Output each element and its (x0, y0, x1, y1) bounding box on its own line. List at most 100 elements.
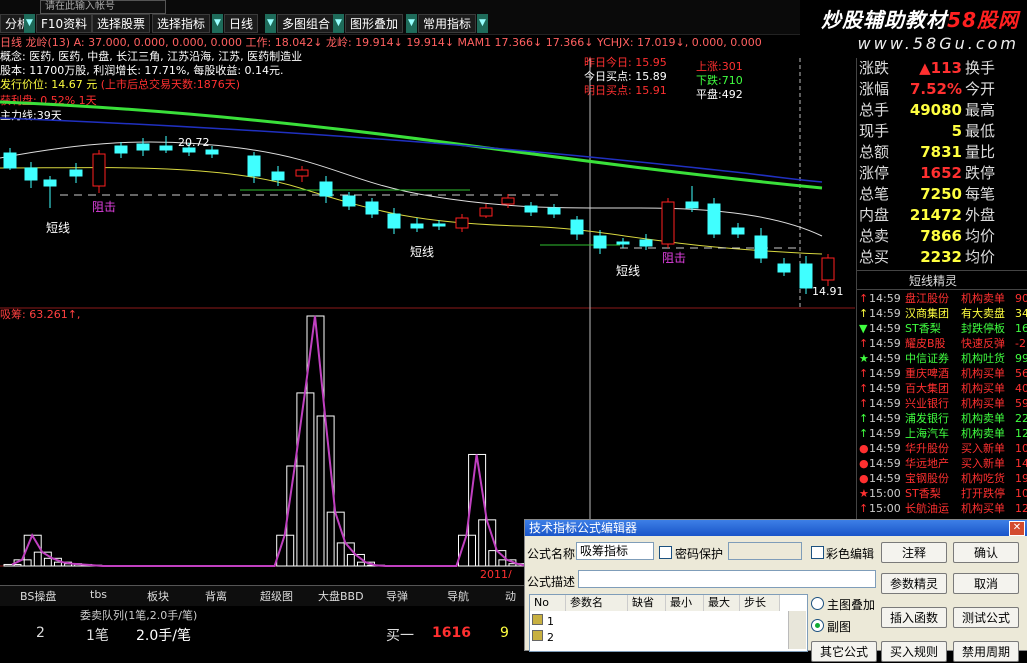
bottom-tab[interactable]: 导航 (447, 588, 469, 604)
period-button[interactable]: 日线 (224, 14, 259, 33)
chevron-down-icon[interactable]: ▼ (477, 14, 488, 33)
overlay-button[interactable]: 图形叠加 (345, 14, 404, 33)
bottom-tab[interactable]: 导弹 (386, 588, 408, 604)
formula-desc-label: 公式描述 (527, 575, 576, 589)
watermark: 炒股辅助教材58股网 www.58Gu.com (800, 0, 1027, 58)
ticker-event: 机构买单 (961, 382, 1005, 395)
common-indicator-button[interactable]: 常用指标 (418, 14, 477, 33)
ticker-row[interactable]: ↑ 14:59 上海汽车 机构卖单 12 (857, 426, 1027, 441)
candle-body (685, 201, 699, 209)
password-input[interactable] (728, 542, 802, 560)
dialog-titlebar[interactable]: 技术指标公式编辑器 (525, 520, 1027, 536)
ticker-row[interactable]: ● 14:59 华远地产 买入新单 14 (857, 456, 1027, 471)
ticker-row[interactable]: ↑ 14:59 重庆啤酒 机构买单 56 (857, 366, 1027, 381)
table-scrollbar[interactable] (788, 611, 806, 649)
quote-label: 最高 (965, 101, 996, 119)
ticker-row[interactable]: ↑ 15:00 长航油运 机构买单 12 (857, 501, 1027, 516)
ticker-stock: 中信证券 (905, 352, 949, 365)
ticker-time: 14:59 (869, 382, 901, 395)
bottom-tab[interactable]: BS操盘 (20, 588, 56, 604)
close-icon[interactable]: ✕ (1009, 521, 1025, 536)
table-row[interactable]: 1 (532, 614, 554, 628)
ticker-row[interactable]: ↑ 14:59 浦发银行 机构卖单 22 (857, 411, 1027, 426)
formula-name-input[interactable]: 吸筹指标 (576, 542, 654, 560)
f10-button[interactable]: F10资料 (36, 14, 93, 33)
snipe-label: 阻击 (92, 200, 116, 214)
bottom-tab[interactable]: tbs (90, 588, 107, 601)
color-edit-checkbox[interactable] (811, 546, 824, 559)
quote-label: 涨跌 (859, 59, 890, 77)
quote-label: 每笔 (965, 185, 996, 203)
quote-row: 涨跌 ▲113 换手 (857, 58, 1027, 79)
param-wizard-button[interactable]: 参数精灵 (881, 573, 947, 594)
bottom-tab[interactable]: 大盘BBD (318, 588, 364, 604)
quote-value: 49080 (909, 101, 962, 119)
ticker-row[interactable]: ↑ 14:59 盘江股份 机构卖单 90 (857, 291, 1027, 306)
chevron-down-icon[interactable]: ▼ (265, 14, 276, 33)
ticker-row[interactable]: ↑ 14:59 耀皮B股 快速反弹 -2 (857, 336, 1027, 351)
main-overlay-radio[interactable] (811, 597, 824, 610)
ma-white-line (0, 141, 823, 237)
other-formula-button[interactable]: 其它公式 (811, 641, 877, 662)
sub-chart-radio[interactable] (811, 619, 824, 632)
param-table[interactable]: No 参数名 缺省 最小 最大 步长 1 2 (529, 594, 808, 652)
candle-body (43, 179, 57, 187)
chevron-down-icon[interactable]: ▼ (24, 14, 35, 33)
formula-editor-dialog: 技术指标公式编辑器 ✕ 公式名称 吸筹指标 密码保护 彩色编辑 公式描述 No … (524, 519, 1027, 662)
select-indicator-button[interactable]: 选择指标 (152, 14, 211, 33)
kline-chart[interactable]: 20.72 14.91 短线 短线 短线 阻击 阻击 吸筹: 63.261↑, … (0, 58, 855, 578)
multi-chart-button[interactable]: 多图组合 (277, 14, 336, 33)
quote-label: 最低 (965, 122, 996, 140)
ticker-value: 34 (1015, 307, 1027, 320)
ticker-row[interactable]: ↑ 14:59 兴业银行 机构买单 59 (857, 396, 1027, 411)
chevron-down-icon[interactable]: ▼ (333, 14, 344, 33)
buy-rule-button[interactable]: 买入规则 (881, 641, 947, 662)
test-formula-button[interactable]: 测试公式 (953, 607, 1019, 628)
ticker-row[interactable]: ★ 15:00 ST香梨 打开跌停 10 (857, 486, 1027, 501)
chevron-down-icon[interactable]: ▼ (212, 14, 223, 33)
bottom-tab[interactable]: 超级图 (260, 588, 293, 604)
quote-row: 总笔 7250 每笔 (857, 184, 1027, 205)
formula-desc-input[interactable] (578, 570, 876, 588)
short-line-label: 短线 (46, 221, 70, 235)
quote-value: 1652 (920, 164, 962, 182)
ticker-stock: 宝钢股份 (905, 472, 949, 485)
comment-button[interactable]: 注释 (881, 542, 947, 563)
disable-period-button[interactable]: 禁用周期 (953, 641, 1019, 662)
quote-label: 总手 (859, 101, 890, 119)
ticker-value: -2 (1015, 337, 1026, 350)
ticker-row[interactable]: ↑ 14:59 百大集团 机构买单 40 (857, 381, 1027, 396)
ticker-marker: ★ (859, 352, 869, 365)
search-input[interactable]: 请在此输入帐号 (40, 0, 166, 14)
table-row[interactable]: 2 (532, 630, 554, 644)
bottom-tab[interactable]: 板块 (147, 588, 169, 604)
select-stock-button[interactable]: 选择股票 (92, 14, 151, 33)
candle-body (247, 155, 261, 177)
chevron-down-icon[interactable]: ▼ (406, 14, 417, 33)
candle-body (799, 263, 813, 289)
quote-label: 内盘 (859, 206, 890, 224)
ticker-row[interactable]: ↑ 14:59 汉商集团 有大卖盘 34 (857, 306, 1027, 321)
password-checkbox[interactable] (659, 546, 672, 559)
quote-label: 量比 (965, 143, 996, 161)
color-edit-label: 彩色编辑 (826, 547, 875, 561)
ticker-time: 14:59 (869, 472, 901, 485)
ticker-row[interactable]: ● 14:59 华升股份 买入新单 10 (857, 441, 1027, 456)
bottom-tab[interactable]: 背离 (205, 588, 227, 604)
cancel-button[interactable]: 取消 (953, 573, 1019, 594)
ticker-stock: 华远地产 (905, 457, 949, 470)
confirm-button[interactable]: 确认 (953, 542, 1019, 563)
ticker-event: 机构买单 (961, 367, 1005, 380)
bottom-tab[interactable]: 动 (505, 588, 516, 604)
ticker-row[interactable]: ● 14:59 宝钢股份 机构吃货 19 (857, 471, 1027, 486)
ticker-row[interactable]: ★ 14:59 中信证券 机构吐货 99 (857, 351, 1027, 366)
tab-short-spirit[interactable]: 短线精灵 (909, 272, 957, 289)
row-icon (532, 630, 543, 641)
indicator-bar (468, 453, 487, 567)
ticker-time: 14:59 (869, 307, 901, 320)
ticker-row[interactable]: ▼ 14:59 ST香梨 封跌停板 16 (857, 321, 1027, 336)
candle-body (365, 201, 379, 215)
ticker-time: 15:00 (869, 487, 901, 500)
insert-function-button[interactable]: 插入函数 (881, 607, 947, 628)
ticker-marker: ↑ (859, 292, 869, 305)
